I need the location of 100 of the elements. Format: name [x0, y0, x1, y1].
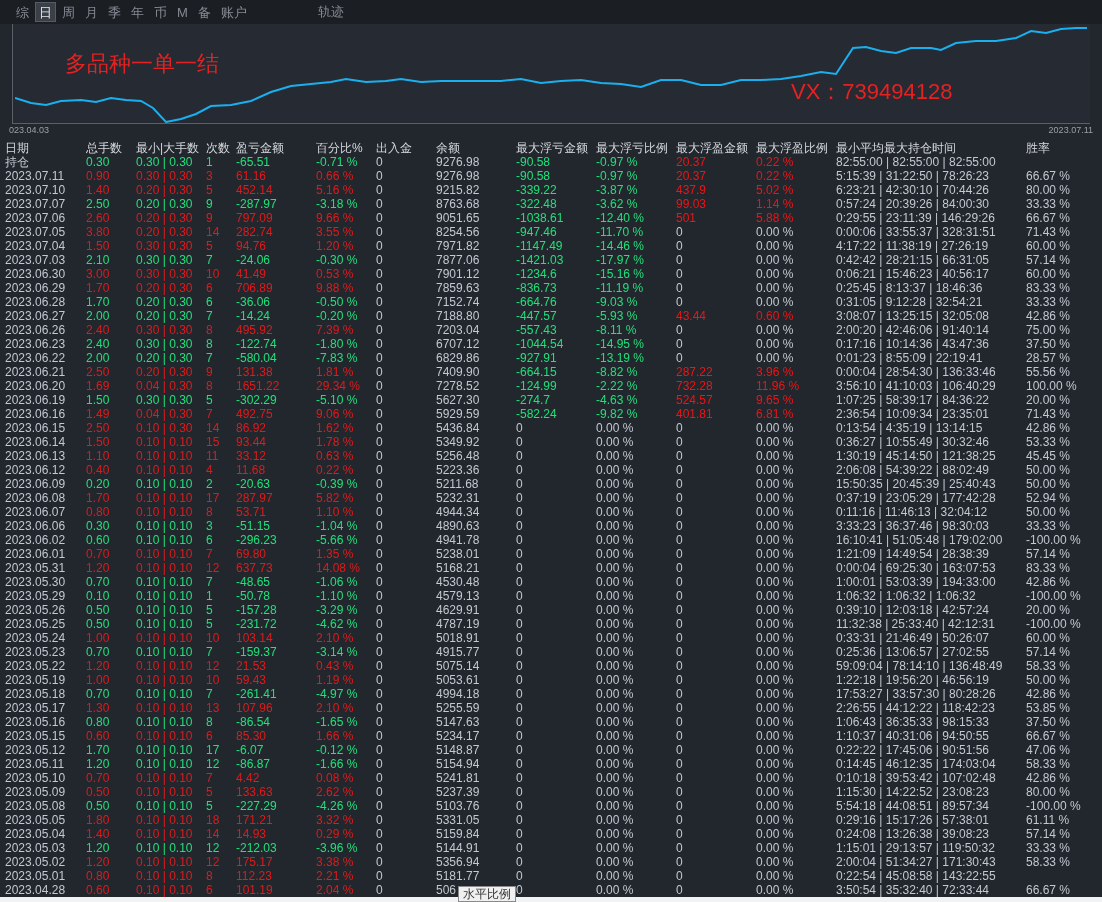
table-cell: 0.10 | 0.10: [136, 855, 193, 869]
table-cell: 80.00 %: [1026, 183, 1071, 197]
table-cell: -9.82 %: [596, 407, 638, 421]
table-cell: 60.00 %: [1026, 631, 1071, 645]
table-cell: 0:00:04 | 69:25:30 | 163:07:53: [836, 561, 996, 575]
track-tab[interactable]: 轨迹: [314, 2, 347, 22]
table-cell: 0: [376, 295, 383, 309]
table-cell: 5.82 %: [316, 491, 354, 505]
table-cell: 2023.06.28: [5, 295, 66, 309]
table-cell: 131.38: [236, 365, 273, 379]
table-cell: -4.26 %: [316, 799, 358, 813]
table-cell: 0.00 %: [756, 477, 794, 491]
period-tab[interactable]: M: [173, 2, 192, 22]
table-cell: 9.66 %: [316, 211, 354, 225]
table-cell: 0: [516, 421, 523, 435]
table-cell: 0.00 %: [596, 715, 634, 729]
table-cell: -100.00 %: [1026, 799, 1081, 813]
table-cell: 5181.77: [436, 869, 480, 883]
table-cell: 持仓: [5, 155, 29, 169]
table-cell: 0.00 %: [596, 687, 634, 701]
table-cell: 0: [376, 631, 383, 645]
table-cell: 0.60: [86, 729, 110, 743]
table-cell: 0: [676, 729, 683, 743]
table-cell: 71.43 %: [1026, 407, 1071, 421]
period-tab[interactable]: 年: [127, 2, 148, 22]
table-cell: -0.30 %: [316, 253, 358, 267]
column-header: 百分比%: [316, 141, 364, 155]
table-cell: 0: [376, 449, 383, 463]
table-cell: 637.73: [236, 561, 273, 575]
table-cell: -580.04: [236, 351, 277, 365]
table-cell: 0: [376, 477, 383, 491]
table-cell: 4579.13: [436, 589, 480, 603]
table-cell: 7.39 %: [316, 323, 354, 337]
table-cell: 1: [206, 589, 213, 603]
table-cell: 33.33 %: [1026, 197, 1071, 211]
table-cell: -159.37: [236, 645, 277, 659]
table-cell: 42.86 %: [1026, 687, 1071, 701]
table-cell: 0: [376, 211, 383, 225]
table-cell: 506: [436, 883, 457, 897]
period-tab[interactable]: 币: [150, 2, 171, 22]
table-cell: 0:33:31 | 21:46:49 | 50:26:07: [836, 631, 990, 645]
period-tab[interactable]: 月: [81, 2, 102, 22]
table-cell: 0: [676, 547, 683, 561]
period-tab[interactable]: 综: [12, 2, 33, 22]
table-cell: 9215.82: [436, 183, 480, 197]
period-tab[interactable]: 账户: [216, 2, 251, 22]
table-cell: 0.10 | 0.10: [136, 687, 193, 701]
table-cell: 2023.06.26: [5, 323, 66, 337]
table-cell: 66.67 %: [1026, 729, 1071, 743]
table-cell: -100.00 %: [1026, 617, 1081, 631]
period-tab[interactable]: 备: [193, 2, 215, 22]
table-cell: 2023.06.07: [5, 505, 66, 519]
table-cell: 0: [676, 323, 683, 337]
table-cell: 0: [376, 813, 383, 827]
table-cell: 0: [376, 267, 383, 281]
table-cell: 57.14 %: [1026, 645, 1071, 659]
table-cell: 2023.05.31: [5, 561, 66, 575]
table-cell: 0:36:27 | 10:55:49 | 30:32:46: [836, 435, 990, 449]
table-cell: 524.57: [676, 393, 713, 407]
table-cell: 9051.65: [436, 211, 480, 225]
table-cell: 0.10 | 0.10: [136, 589, 193, 603]
table-cell: 1.50: [86, 435, 110, 449]
table-cell: -48.65: [236, 575, 271, 589]
table-cell: 0.00 %: [756, 883, 794, 897]
table-cell: 2023.06.13: [5, 449, 66, 463]
table-cell: 0.00 %: [756, 841, 794, 855]
table-cell: 8254.56: [436, 225, 480, 239]
table-cell: 6707.12: [436, 337, 480, 351]
table-cell: 0.00 %: [756, 771, 794, 785]
column-header: 日期: [5, 141, 30, 155]
table-cell: 0.10 | 0.10: [136, 449, 193, 463]
table-cell: 13: [206, 701, 220, 715]
table-cell: 1.66 %: [316, 729, 354, 743]
table-cell: 2.04 %: [316, 883, 354, 897]
table-cell: 706.89: [236, 281, 273, 295]
table-cell: -12.40 %: [596, 211, 645, 225]
table-cell: 2.50: [86, 421, 110, 435]
table-cell: 0:06:21 | 15:46:23 | 40:56:17: [836, 267, 990, 281]
table-cell: -11.19 %: [596, 281, 644, 295]
table-cell: 0: [376, 407, 383, 421]
table-cell: -1.04 %: [316, 519, 358, 533]
period-tab[interactable]: 周: [58, 2, 79, 22]
period-tab[interactable]: 日: [35, 2, 56, 22]
period-tab[interactable]: 季: [104, 2, 125, 22]
table-cell: 9.65 %: [756, 393, 794, 407]
table-cell: 5075.14: [436, 659, 480, 673]
table-cell: 2023.05.16: [5, 715, 66, 729]
table-cell: 0: [676, 491, 683, 505]
table-cell: -20.63: [236, 477, 271, 491]
table-cell: 2023.06.23: [5, 337, 66, 351]
table-cell: 94.76: [236, 239, 267, 253]
table-cell: 0:24:08 | 13:26:38 | 39:08:23: [836, 827, 990, 841]
table-cell: -24.06: [236, 253, 271, 267]
table-cell: -0.97 %: [596, 155, 638, 169]
table-cell: 2023.06.14: [5, 435, 66, 449]
table-cell: 0.00 %: [756, 337, 794, 351]
table-cell: 2023.05.18: [5, 687, 66, 701]
table-cell: 2023.07.03: [5, 253, 66, 267]
table-cell: 7877.06: [436, 253, 480, 267]
table-cell: 0: [516, 603, 523, 617]
